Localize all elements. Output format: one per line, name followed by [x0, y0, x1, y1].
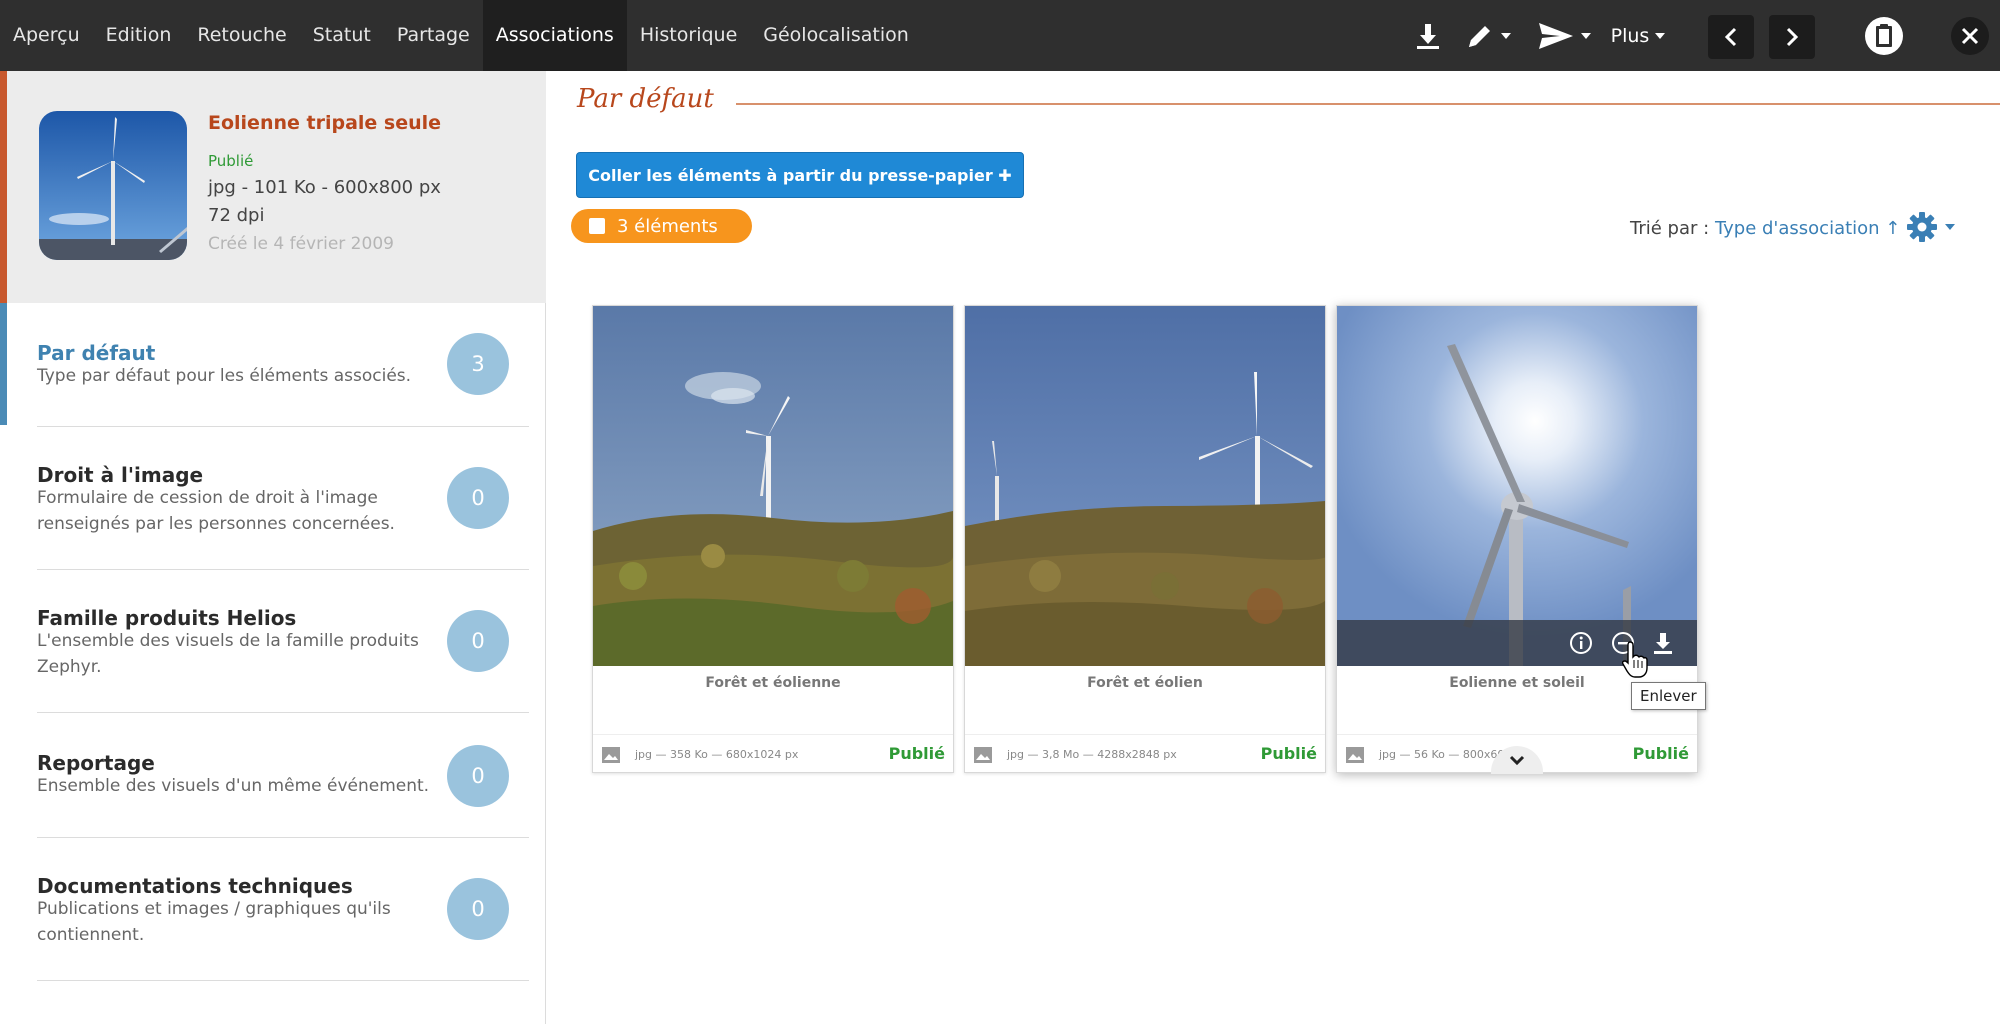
- category-count-badge: 0: [447, 745, 509, 807]
- clipboard-icon: [1865, 16, 1903, 55]
- associations-sidebar: Eolienne tripale seule Publié jpg - 101 …: [0, 71, 546, 1024]
- category-reportage[interactable]: Reportage Ensemble des visuels d'un même…: [0, 713, 546, 837]
- caret-down-icon: [1501, 32, 1511, 39]
- category-name: Famille produits Helios: [37, 606, 297, 630]
- tab-apercu[interactable]: Aperçu: [0, 0, 93, 71]
- asset-card-image: [593, 306, 953, 666]
- pencil-icon: [1469, 25, 1490, 47]
- hand-cursor-icon: [1622, 641, 1648, 678]
- gear-icon: [1907, 212, 1937, 242]
- category-famille-produits-helios[interactable]: Famille produits Helios L'ensemble des v…: [0, 570, 546, 712]
- image-icon: [1346, 747, 1364, 763]
- top-toolbar: Aperçu Edition Retouche Statut Partage A…: [0, 0, 2000, 71]
- category-description: Formulaire de cession de droit à l'image…: [37, 488, 395, 534]
- remove-tooltip: Enlever: [1631, 682, 1706, 710]
- section-title: Par défaut: [577, 84, 714, 114]
- asset-format: jpg - 101 Ko - 600x800 px: [208, 177, 441, 198]
- active-indicator: [0, 303, 7, 425]
- download-icon: [1417, 23, 1439, 49]
- category-description: L'ensemble des visuels de la famille pro…: [37, 631, 419, 677]
- asset-card-status: Publié: [1632, 744, 1689, 763]
- asset-card[interactable]: Forêt et éolien jpg — 3,8 Mo — 4288x2848…: [964, 305, 1326, 773]
- section-divider: [736, 103, 2000, 105]
- tab-statut[interactable]: Statut: [300, 0, 384, 71]
- asset-created-date: Créé le 4 février 2009: [208, 234, 394, 254]
- download-button[interactable]: [1408, 0, 1448, 71]
- more-menu-button[interactable]: Plus: [1606, 0, 1670, 71]
- close-icon: [1951, 16, 1989, 55]
- card-download-button[interactable]: [1649, 629, 1677, 657]
- asset-card-meta: jpg — 3,8 Mo — 4288x2848 px: [1007, 748, 1177, 761]
- edit-menu-button[interactable]: [1460, 0, 1516, 71]
- info-icon: [1570, 632, 1592, 654]
- category-count-badge: 3: [447, 333, 509, 395]
- sort-by-link[interactable]: Type d'association ↑: [1715, 218, 1900, 239]
- asset-card-title: Forêt et éolienne: [705, 675, 841, 691]
- category-par-defaut[interactable]: Par défaut Type par défaut pour les élém…: [0, 303, 546, 425]
- card-footer-divider: [965, 734, 1325, 735]
- next-button[interactable]: [1769, 15, 1815, 59]
- previous-button[interactable]: [1708, 15, 1754, 59]
- close-button[interactable]: [1948, 0, 1992, 71]
- tab-associations[interactable]: Associations: [482, 0, 627, 71]
- asset-card[interactable]: Forêt et éolienne jpg — 358 Ko — 680x102…: [592, 305, 954, 773]
- divider: [37, 980, 529, 981]
- element-count-label: 3 éléments: [617, 215, 718, 237]
- asset-card-image: [1337, 306, 1697, 666]
- tab-edition[interactable]: Edition: [93, 0, 185, 71]
- caret-down-icon: [1581, 32, 1591, 39]
- tab-retouche[interactable]: Retouche: [184, 0, 299, 71]
- tab-bar: Aperçu Edition Retouche Statut Partage A…: [0, 0, 922, 71]
- card-footer-divider: [593, 734, 953, 735]
- category-count-badge: 0: [447, 610, 509, 672]
- asset-status: Publié: [208, 152, 254, 170]
- category-count-badge: 0: [447, 467, 509, 529]
- chevron-left-icon: [1724, 27, 1737, 47]
- asset-card-title: Forêt et éolien: [1087, 675, 1203, 691]
- category-name: Droit à l'image: [37, 463, 204, 487]
- asset-thumbnail[interactable]: [39, 111, 187, 260]
- download-icon: [1654, 633, 1672, 654]
- clipboard-button[interactable]: [1862, 0, 1906, 71]
- asset-dpi: 72 dpi: [208, 205, 265, 226]
- sort-prefix: Trié par :: [1630, 218, 1710, 239]
- category-description: Type par défaut pour les éléments associ…: [37, 366, 412, 386]
- category-count-badge: 0: [447, 878, 509, 940]
- image-icon: [974, 747, 992, 763]
- tab-geolocalisation[interactable]: Géolocalisation: [750, 0, 922, 71]
- category-documentations-techniques[interactable]: Documentations techniques Publications e…: [0, 838, 546, 980]
- sort-control: Trié par : Type d'association ↑: [1630, 218, 1900, 239]
- more-label: Plus: [1610, 24, 1650, 47]
- asset-card-image: [965, 306, 1325, 666]
- category-droit-a-l-image[interactable]: Droit à l'image Formulaire de cession de…: [0, 427, 546, 569]
- checkbox[interactable]: [589, 218, 605, 234]
- send-menu-button[interactable]: [1532, 0, 1596, 71]
- category-description: Publications et images / graphiques qu'i…: [37, 899, 391, 945]
- chevron-down-icon: [1509, 755, 1525, 766]
- tab-historique[interactable]: Historique: [627, 0, 750, 71]
- caret-down-icon: [1655, 32, 1666, 39]
- settings-menu-button[interactable]: [1905, 210, 1955, 244]
- asset-card-status: Publié: [888, 744, 945, 763]
- category-name: Documentations techniques: [37, 874, 353, 898]
- caret-down-icon: [1945, 224, 1955, 230]
- asset-card-status: Publié: [1260, 744, 1317, 763]
- asset-summary: Eolienne tripale seule Publié jpg - 101 …: [0, 71, 546, 303]
- category-description: Ensemble des visuels d'un même événement…: [37, 776, 430, 796]
- info-button[interactable]: [1567, 629, 1595, 657]
- paste-from-clipboard-button[interactable]: Coller les éléments à partir du presse-p…: [576, 152, 1024, 198]
- card-footer-divider: [1337, 734, 1697, 735]
- chevron-right-icon: [1786, 27, 1799, 47]
- asset-card-meta: jpg — 358 Ko — 680x1024 px: [635, 748, 799, 761]
- image-icon: [602, 747, 620, 763]
- category-name: Par défaut: [37, 341, 156, 365]
- send-icon: [1539, 22, 1573, 49]
- asset-title: Eolienne tripale seule: [208, 112, 442, 134]
- tab-partage[interactable]: Partage: [384, 0, 483, 71]
- category-name: Reportage: [37, 751, 155, 775]
- select-all-toggle[interactable]: 3 éléments: [571, 209, 752, 243]
